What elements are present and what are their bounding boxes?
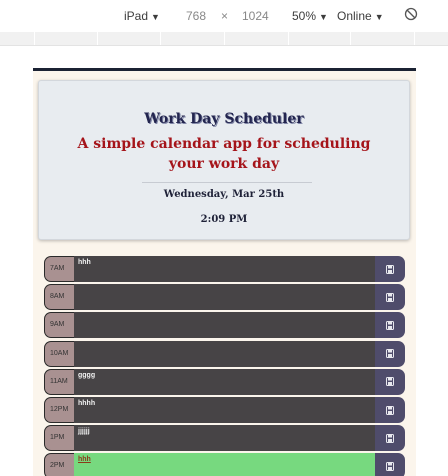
media-query-ruler [0,32,448,46]
devtools-toolbar: iPad ▼ 768 × 1024 50% ▼ Online ▼ [0,0,448,32]
time-block-row: 1PM [44,425,405,452]
rotate-icon[interactable] [404,7,418,24]
emulated-viewport: Work Day Scheduler A simple calendar app… [33,68,416,476]
save-icon [386,320,394,330]
time-block-row: 8AM [44,284,405,311]
chevron-down-icon: ▼ [151,12,160,22]
event-description-input[interactable] [74,397,375,423]
event-description-input[interactable] [74,312,375,339]
current-date: Wednesday, Mar 25th [163,189,285,200]
save-icon [386,377,394,387]
width-field[interactable]: 768 [186,9,206,23]
time-block-row: 11AM [44,368,405,395]
chevron-down-icon: ▼ [319,12,328,22]
header-jumbotron: Work Day Scheduler A simple calendar app… [38,80,410,240]
save-icon [386,264,394,274]
event-description-input[interactable] [74,453,375,476]
time-block-row: 9AM [44,312,405,339]
device-select[interactable]: iPad ▼ [124,9,160,23]
save-icon [386,349,394,359]
current-time: 2:09 PM [200,214,248,225]
save-icon [386,405,394,415]
save-button[interactable] [375,453,405,476]
event-description-input[interactable] [74,340,375,367]
save-button[interactable] [375,397,405,423]
chevron-down-icon: ▼ [374,12,384,22]
save-button[interactable] [375,312,405,339]
save-icon [386,292,394,302]
time-block-row: 2PM [44,453,405,476]
network-select[interactable]: Online ▼ [337,9,384,23]
time-block-row: 12PM [44,397,405,423]
page-subtitle: A simple calendar app for scheduling you… [77,136,371,172]
network-label: Online [337,9,372,23]
time-block-row: 7AM [44,256,405,282]
save-button[interactable] [375,368,405,395]
event-description-input[interactable] [74,368,375,395]
header-divider [142,182,312,183]
zoom-label: 50% [292,9,317,23]
page-top-edge [33,68,416,71]
height-field[interactable]: 1024 [242,9,269,23]
save-button[interactable] [375,256,405,282]
page-title: Work Day Scheduler [144,111,304,127]
save-icon [386,461,394,471]
event-description-input[interactable] [74,284,375,311]
save-button[interactable] [375,425,405,452]
save-button[interactable] [375,284,405,311]
event-description-input[interactable] [74,256,375,282]
times-symbol: × [221,9,229,23]
save-icon [386,433,394,443]
event-description-input[interactable] [74,425,375,452]
device-label: iPad [124,9,149,23]
zoom-select[interactable]: 50% ▼ [292,9,328,23]
time-block-row: 10AM [44,340,405,367]
save-button[interactable] [375,340,405,367]
